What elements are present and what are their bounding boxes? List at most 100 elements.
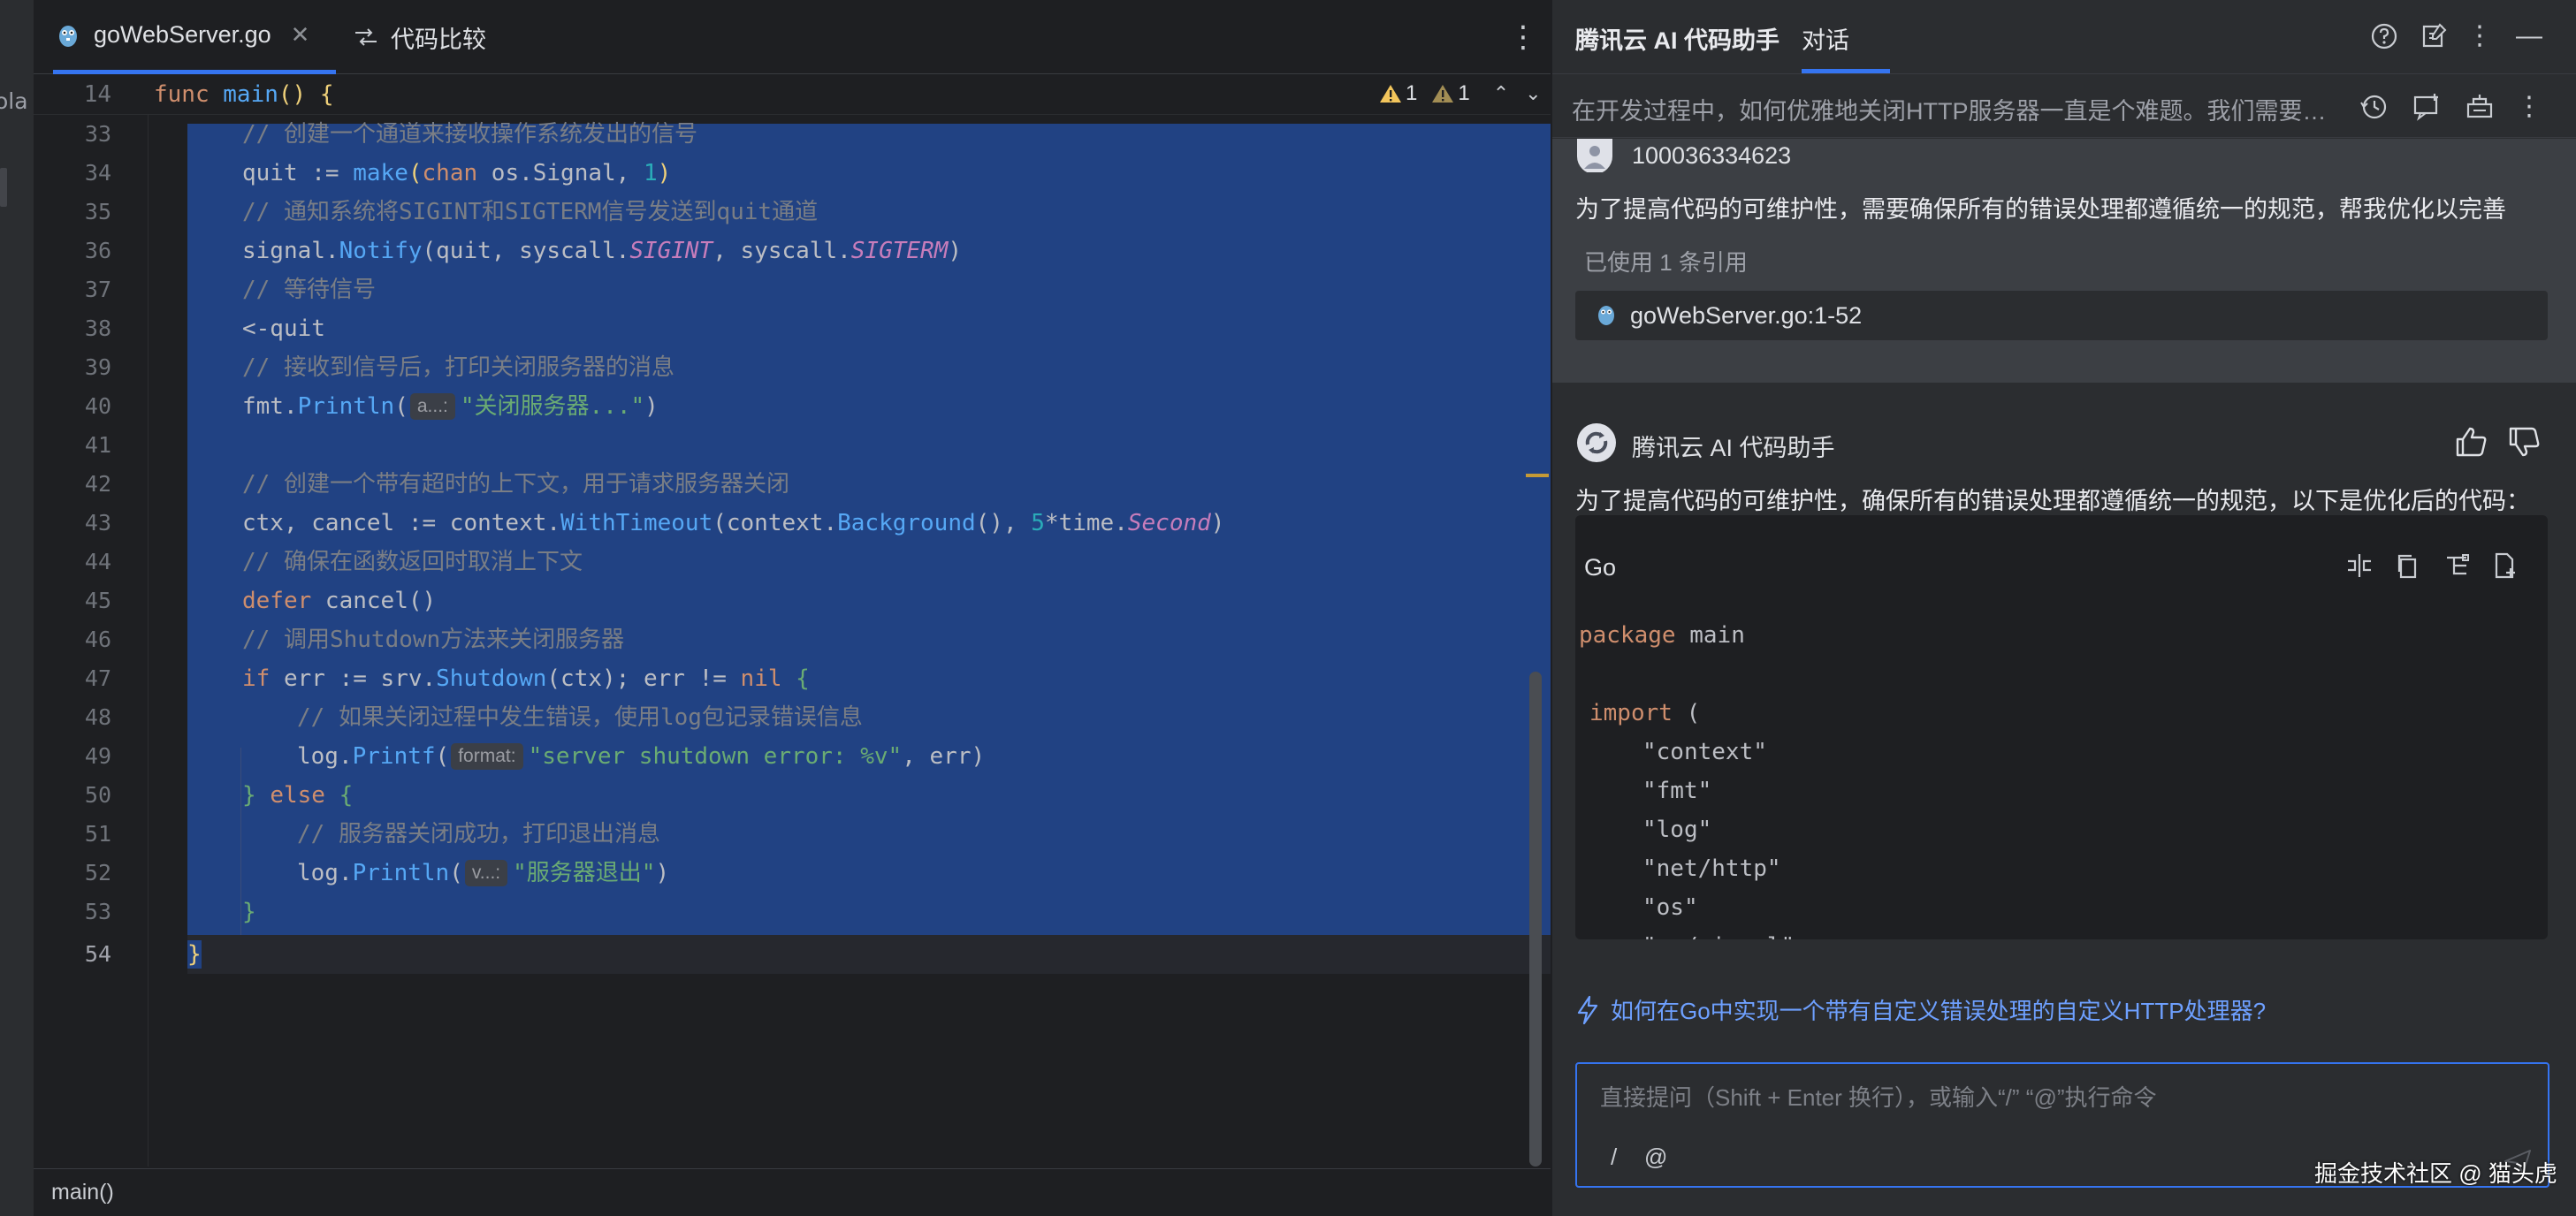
copy-icon[interactable] — [2392, 551, 2422, 581]
more-options-icon[interactable]: ⋮ — [1508, 19, 1538, 55]
assistant-message-text: 为了提高代码的可维护性，确保所有的错误处理都遵循统一的规范，以下是优化后的代码： — [1575, 488, 2530, 514]
session-title[interactable]: 在开发过程中，如何优雅地关闭HTTP服务器一直是个难题。我们需要一种... — [1572, 92, 2350, 126]
snippet-line: "os/signal" — [1642, 927, 1795, 939]
snippet-line: import ( — [1589, 700, 1701, 726]
line-number-gutter: 33 34 35 36 37 38 39 40 41 42 43 44 45 4… — [34, 115, 149, 1167]
snippet-line: "context" — [1642, 739, 1767, 765]
tab-label: goWebServer.go — [94, 21, 271, 48]
code-line: // 创建一个带有超时的上下文，用于请求服务器关闭 — [242, 471, 789, 498]
go-file-icon — [59, 25, 77, 47]
tab-chat[interactable]: 对话 — [1802, 21, 1849, 56]
code-line: // 确保在函数返回时取消上下文 — [242, 549, 583, 575]
user-avatar-icon — [1577, 139, 1612, 172]
line-number: 45 — [84, 588, 111, 613]
indent-guide — [240, 748, 241, 935]
line-number: 39 — [84, 354, 111, 380]
thumbs-down-icon[interactable] — [2505, 423, 2542, 460]
line-number: 40 — [84, 393, 111, 419]
slash-command-button[interactable]: / — [1611, 1144, 1617, 1171]
reference-count: 已使用 1 条引用 — [1584, 249, 1748, 276]
code-line: // 接收到信号后，打印关闭服务器的消息 — [242, 354, 674, 381]
assistant-avatar-icon — [1577, 423, 1616, 462]
current-line-highlight — [187, 935, 1551, 974]
new-chat-icon[interactable] — [2410, 90, 2443, 124]
thumbs-up-icon[interactable] — [2452, 423, 2489, 460]
editor-tabbar: goWebServer.go ✕ 代码比较 ⋮ — [34, 0, 1551, 74]
code-line: signal.Notify(quit, syscall.SIGINT, sysc… — [242, 238, 963, 264]
line-number: 50 — [84, 782, 111, 808]
history-icon[interactable] — [2357, 90, 2390, 124]
tool-window-marker — [0, 168, 7, 207]
weak-warning-icon — [1432, 85, 1454, 103]
help-icon[interactable] — [2367, 19, 2401, 53]
lightning-icon — [1577, 995, 1598, 1024]
line-number: 52 — [84, 860, 111, 885]
snippet-line: "net/http" — [1642, 855, 1781, 882]
code-area[interactable]: // 创建一个通道来接收操作系统发出的信号 quit := make(chan … — [149, 115, 1551, 1167]
parameter-hint: v...: — [464, 860, 508, 886]
suggested-question[interactable]: 如何在Go中实现一个带有自定义错误处理的自定义HTTP处理器? — [1575, 993, 2266, 1026]
snippet-line: package main — [1579, 622, 1745, 649]
minimize-icon[interactable]: — — [2512, 19, 2546, 53]
code-line: // 调用Shutdown方法来关闭服务器 — [242, 627, 625, 653]
breadcrumb[interactable]: main() — [51, 1180, 114, 1205]
user-message: 100036334623 为了提高代码的可维护性，需要确保所有的错误处理都遵循统… — [1552, 139, 2576, 383]
more-options-icon[interactable]: ⋮ — [2512, 90, 2546, 124]
code-line: log.Printf(format: "server shutdown error… — [297, 743, 986, 770]
new-file-icon[interactable] — [2489, 551, 2519, 581]
line-number: 34 — [84, 160, 111, 186]
warning-count[interactable]: 1 — [1379, 81, 1417, 106]
line-number: 43 — [84, 510, 111, 536]
code-line: defer cancel() — [242, 588, 437, 614]
inspection-widget[interactable]: 1 1 ⌃ ⌄ — [1379, 81, 1542, 106]
chevron-up-icon[interactable]: ⌃ — [1493, 82, 1509, 105]
sticky-line-number: 14 — [83, 81, 111, 108]
snippet-line: "fmt" — [1642, 778, 1712, 804]
more-options-icon[interactable]: ⋮ — [2463, 19, 2496, 53]
chevron-down-icon[interactable]: ⌄ — [1525, 82, 1541, 105]
code-line: if err := srv.Shutdown(ctx); err != nil … — [242, 665, 810, 692]
go-file-icon — [1598, 306, 1614, 325]
line-number: 48 — [84, 704, 111, 730]
weak-warning-count[interactable]: 1 — [1431, 81, 1470, 106]
line-number: 44 — [84, 549, 111, 574]
line-number: 33 — [84, 121, 111, 147]
user-name: 100036334623 — [1632, 142, 1792, 169]
code-line: // 服务器关闭成功，打印退出消息 — [297, 821, 660, 847]
compare-icon — [355, 28, 377, 46]
sticky-code: func main() { — [154, 81, 334, 108]
user-message-text: 为了提高代码的可维护性，需要确保所有的错误处理都遵循统一的规范，帮我优化以完善 — [1575, 196, 2506, 223]
reference-chip[interactable]: goWebServer.go:1-52 — [1575, 291, 2548, 340]
reference-file: goWebServer.go:1-52 — [1630, 302, 1863, 329]
line-number: 51 — [84, 821, 111, 847]
sticky-header[interactable]: 14 func main() { — [34, 74, 1551, 115]
snippet-line: "log" — [1642, 817, 1712, 843]
plugin-icon[interactable] — [2463, 90, 2496, 124]
insert-code-icon[interactable] — [2344, 551, 2374, 581]
tab-code-compare[interactable]: 代码比较 — [343, 0, 486, 74]
line-number: 38 — [84, 315, 111, 341]
feedback-icon[interactable] — [2417, 19, 2450, 53]
line-number: 37 — [84, 277, 111, 302]
tab-gowebserver[interactable]: goWebServer.go ✕ — [53, 0, 336, 74]
code-snippet[interactable]: Go package main import ( "context" "fmt"… — [1575, 515, 2548, 939]
code-line: // 创建一个通道来接收操作系统发出的信号 — [242, 121, 697, 148]
close-tab-icon[interactable]: ✕ — [291, 21, 310, 49]
vertical-scrollbar[interactable] — [1529, 672, 1542, 1167]
diff-apply-icon[interactable] — [2442, 551, 2472, 581]
code-line: } — [187, 941, 202, 968]
panel-title: 腾讯云 AI 代码助手 — [1575, 27, 1780, 54]
line-number: 49 — [84, 743, 111, 769]
mention-button[interactable]: @ — [1644, 1144, 1667, 1171]
error-stripe-marker[interactable] — [1526, 474, 1549, 477]
session-bar: 在开发过程中，如何优雅地关闭HTTP服务器一直是个难题。我们需要一种... ⋮ — [1552, 74, 2576, 138]
chat-input[interactable] — [1577, 1064, 2548, 1135]
code-line: <-quit — [242, 315, 325, 342]
watermark: 掘金技术社区 @ 猫头虎 — [2314, 1160, 2557, 1187]
assistant-name: 腾讯云 AI 代码助手 — [1632, 435, 1835, 461]
code-line: log.Println(v...: "服务器退出") — [297, 860, 670, 886]
code-line: // 通知系统将SIGINT和SIGTERM信号发送到quit通道 — [242, 199, 819, 225]
project-panel-label[interactable]: ola — [0, 88, 28, 114]
code-line: // 等待信号 — [242, 277, 376, 303]
ai-assistant-panel: 腾讯云 AI 代码助手 对话 ⋮ — 在开发过程中，如何优雅地关闭HTTP服务器… — [1551, 0, 2576, 1216]
